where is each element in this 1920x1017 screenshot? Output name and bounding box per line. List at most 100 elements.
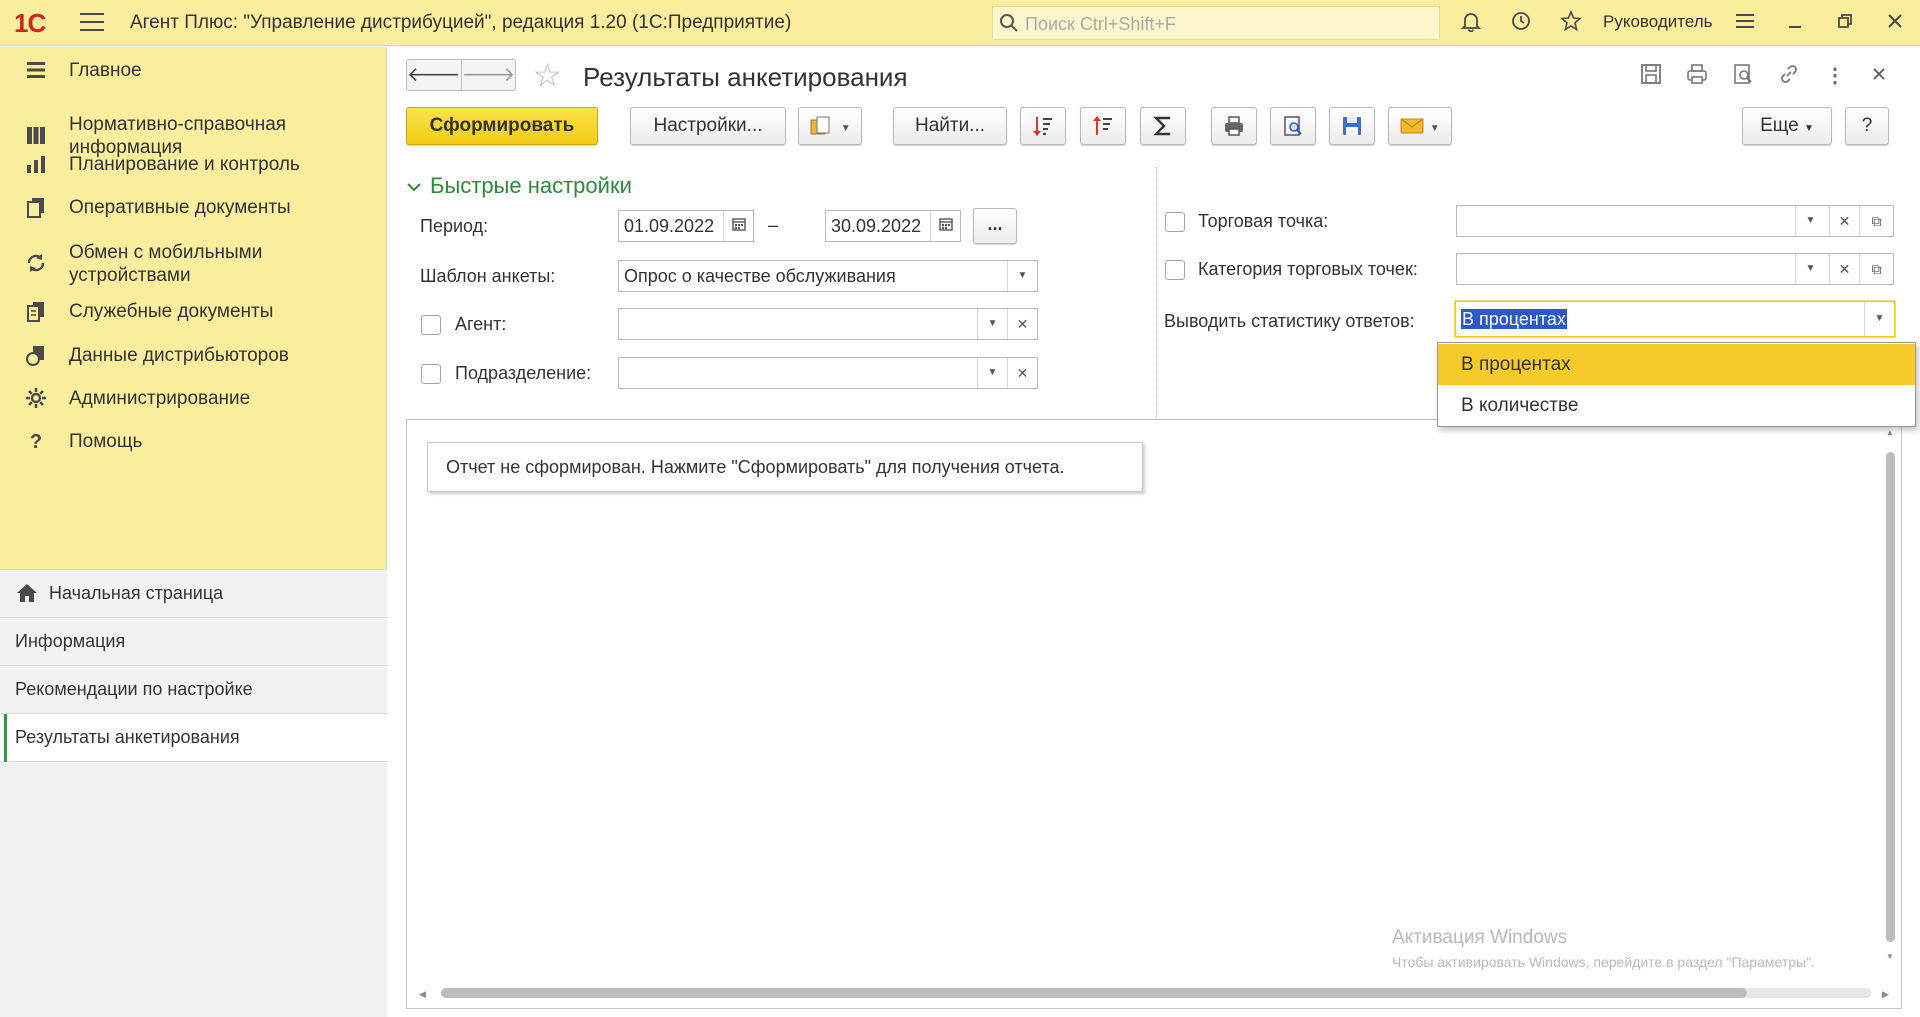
open-window-label: Информация bbox=[15, 631, 126, 651]
division-checkbox[interactable] bbox=[421, 364, 441, 384]
generate-button[interactable]: Сформировать bbox=[406, 107, 598, 145]
dropdown-arrow-icon[interactable]: ▼ bbox=[1007, 261, 1037, 291]
sidebar-item-main[interactable]: Главное bbox=[0, 59, 387, 83]
sidebar-item-planning[interactable]: Планирование и контроль bbox=[0, 153, 387, 177]
restore-icon[interactable] bbox=[1832, 10, 1858, 36]
sort-desc-button[interactable] bbox=[1020, 107, 1066, 145]
current-user[interactable]: Руководитель bbox=[1603, 12, 1713, 32]
outlet-field[interactable]: ▼ ✕ ⧉ bbox=[1456, 205, 1894, 237]
clear-icon[interactable]: ✕ bbox=[1007, 309, 1037, 339]
division-field[interactable]: ▼ ✕ bbox=[618, 357, 1038, 389]
stats-option-count[interactable]: В количестве bbox=[1438, 385, 1915, 426]
report-spreadsheet[interactable]: Отчет не сформирован. Нажмите "Сформиров… bbox=[406, 419, 1902, 1009]
favorites-star-icon[interactable] bbox=[1558, 9, 1584, 36]
settings-button[interactable]: Настройки... bbox=[630, 107, 786, 145]
outlet-category-checkbox[interactable] bbox=[1165, 260, 1185, 280]
open-icon[interactable]: ⧉ bbox=[1859, 206, 1893, 236]
sidebar-item-administration[interactable]: Администрирование bbox=[0, 387, 387, 411]
scroll-down-icon[interactable]: ▼ bbox=[1885, 952, 1895, 961]
quick-settings-group[interactable]: Быстрые настройки bbox=[406, 173, 632, 199]
stats-option-percent[interactable]: В процентах bbox=[1438, 344, 1915, 385]
outlet-category-label: Категория торговых точек: bbox=[1198, 259, 1418, 279]
outlet-category-field[interactable]: ▼ ✕ ⧉ bbox=[1456, 253, 1894, 285]
period-from-field[interactable]: 01.09.2022 bbox=[618, 210, 754, 242]
sort-asc-button[interactable] bbox=[1080, 107, 1126, 145]
main-menu-icon[interactable] bbox=[80, 13, 104, 33]
history-icon[interactable] bbox=[1508, 10, 1534, 36]
print-preview-button[interactable] bbox=[1270, 107, 1316, 145]
clear-icon[interactable]: ✕ bbox=[1007, 358, 1037, 388]
sidebar-item-help[interactable]: ? Помощь bbox=[0, 430, 387, 454]
open-window-recommendations[interactable]: Рекомендации по настройке bbox=[0, 666, 387, 714]
bell-icon[interactable] bbox=[1458, 10, 1484, 36]
close-form-icon[interactable] bbox=[1866, 63, 1892, 89]
open-window-survey-results[interactable]: Результаты анкетирования bbox=[0, 714, 387, 762]
gear-icon bbox=[24, 387, 48, 411]
back-arrow-icon[interactable]: 🡐 bbox=[407, 60, 462, 90]
more-vertical-icon[interactable]: ⋮ bbox=[1822, 63, 1848, 89]
variant-menu-button[interactable]: ▼ bbox=[798, 107, 862, 145]
sidebar-item-distributors[interactable]: Данные дистрибьюторов bbox=[0, 344, 387, 368]
period-to-field[interactable]: 30.09.2022 bbox=[825, 210, 961, 242]
close-window-icon[interactable] bbox=[1882, 10, 1908, 36]
dropdown-arrow-icon[interactable]: ▼ bbox=[977, 309, 1007, 339]
stats-select[interactable]: В процентах ▼ bbox=[1455, 301, 1895, 337]
dropdown-arrow-icon[interactable]: ▼ bbox=[1795, 206, 1825, 236]
calendar-icon[interactable] bbox=[930, 211, 960, 241]
sort-ascending-icon bbox=[1093, 115, 1112, 135]
sum-button[interactable] bbox=[1140, 107, 1186, 145]
period-select-button[interactable]: ... bbox=[973, 208, 1017, 244]
sidebar-item-label: Оперативные документы bbox=[69, 197, 291, 218]
printer-icon bbox=[1225, 116, 1243, 136]
horizontal-scrollbar[interactable] bbox=[441, 988, 1747, 998]
print-window-icon[interactable] bbox=[1684, 63, 1710, 89]
agent-field[interactable]: ▼ ✕ bbox=[618, 308, 1038, 340]
dropdown-arrow-icon[interactable]: ▼ bbox=[1795, 254, 1825, 284]
open-window-home[interactable]: Начальная страница bbox=[0, 570, 387, 618]
outlet-checkbox[interactable] bbox=[1165, 212, 1185, 232]
find-button[interactable]: Найти... bbox=[893, 107, 1007, 145]
sidebar-item-mobile-exchange[interactable]: Обмен с мобильными устройствами bbox=[0, 241, 387, 287]
link-icon[interactable] bbox=[1776, 63, 1802, 89]
save-button[interactable] bbox=[1329, 107, 1375, 145]
help-button[interactable]: ? bbox=[1845, 107, 1889, 145]
open-window-label: Начальная страница bbox=[49, 583, 224, 603]
service-docs-icon bbox=[24, 300, 48, 324]
calendar-icon[interactable] bbox=[723, 211, 753, 241]
agent-checkbox[interactable] bbox=[421, 315, 441, 335]
favorite-star-icon[interactable]: ☆ bbox=[533, 59, 562, 91]
envelope-icon bbox=[1400, 118, 1424, 134]
sections-panel: Главное Нормативно-справочная информация… bbox=[0, 47, 387, 1017]
search-icon bbox=[1000, 14, 1018, 32]
scroll-right-icon[interactable]: ▶ bbox=[1882, 989, 1889, 1000]
dropdown-arrow-icon: ▼ bbox=[1429, 123, 1440, 134]
vertical-scrollbar[interactable] bbox=[1886, 452, 1895, 942]
open-icon[interactable]: ⧉ bbox=[1859, 254, 1893, 284]
clear-icon[interactable]: ✕ bbox=[1829, 206, 1859, 236]
period-dash: – bbox=[768, 215, 779, 235]
more-button[interactable]: Еще ▼ bbox=[1742, 107, 1832, 145]
print-button[interactable] bbox=[1211, 107, 1257, 145]
sidebar-item-operational-docs[interactable]: Оперативные документы bbox=[0, 196, 387, 220]
minimize-icon[interactable] bbox=[1782, 10, 1808, 36]
save-window-icon[interactable] bbox=[1638, 63, 1664, 89]
dropdown-arrow-icon: ▼ bbox=[840, 123, 851, 134]
scroll-left-icon[interactable]: ◀ bbox=[419, 989, 426, 1000]
send-email-button[interactable]: ▼ bbox=[1388, 107, 1452, 145]
option-label: В процентах bbox=[1461, 354, 1571, 375]
settings-menu-icon[interactable] bbox=[1732, 10, 1758, 36]
template-select[interactable]: Опрос о качестве обслуживания ▼ bbox=[618, 260, 1038, 292]
sidebar-item-label: Администрирование bbox=[69, 388, 251, 409]
1c-logo: 1С bbox=[14, 8, 46, 38]
clear-icon[interactable]: ✕ bbox=[1829, 254, 1859, 284]
dropdown-arrow-icon[interactable]: ▼ bbox=[977, 358, 1007, 388]
dropdown-arrow-icon[interactable]: ▼ bbox=[1864, 302, 1894, 336]
open-window-info[interactable]: Информация bbox=[0, 618, 387, 666]
scroll-up-icon[interactable]: ▲ bbox=[1885, 428, 1895, 437]
global-search-input[interactable]: Поиск Ctrl+Shift+F bbox=[992, 6, 1440, 40]
stats-label: Выводить статистику ответов: bbox=[1164, 311, 1415, 331]
report-form: 🡐 🡒 ☆ Результаты анкетирования ⋮ Сформир… bbox=[388, 47, 1920, 1017]
preview-window-icon[interactable] bbox=[1730, 63, 1756, 89]
sidebar-item-service-docs[interactable]: Служебные документы bbox=[0, 300, 387, 324]
forward-arrow-icon[interactable]: 🡒 bbox=[462, 60, 516, 90]
